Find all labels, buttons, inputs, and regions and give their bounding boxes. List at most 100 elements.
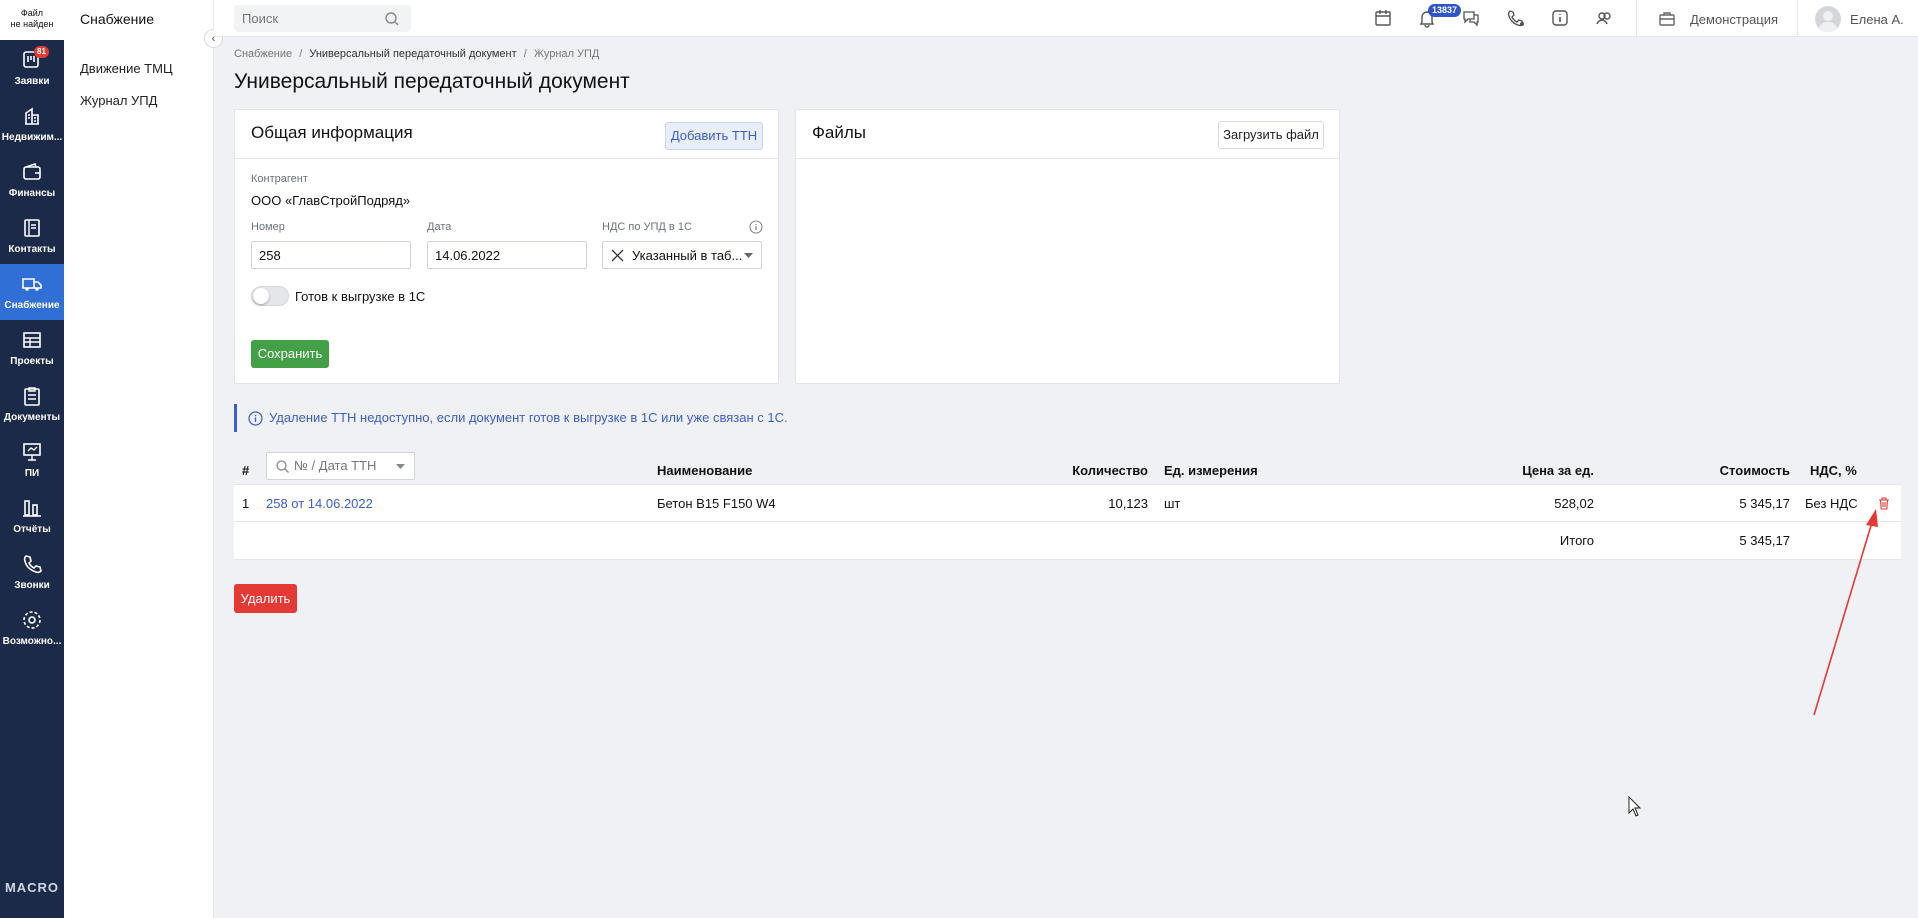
search-input[interactable]: [242, 11, 372, 26]
nav-label: Проекты: [10, 356, 54, 367]
table-total-row: Итого 5 345,17: [234, 522, 1901, 560]
search-box[interactable]: [234, 5, 411, 32]
contacts-book-icon: [24, 219, 40, 237]
info-icon[interactable]: [1550, 8, 1570, 28]
users-icon[interactable]: [1594, 8, 1614, 28]
breadcrumb-item[interactable]: Снабжение: [234, 48, 292, 60]
upload-file-button[interactable]: Загрузить файл: [1218, 121, 1324, 149]
chat-icon[interactable]: [1461, 8, 1481, 28]
building-icon: [25, 107, 39, 125]
section-title: Снабжение: [80, 11, 154, 27]
card-divider: [796, 158, 1339, 159]
breadcrumb-item: Универсальный передаточный документ: [309, 48, 517, 60]
phone-call-icon[interactable]: [1506, 8, 1526, 28]
nav-item-pi[interactable]: ПИ: [0, 432, 64, 488]
user-name: Елена А.: [1850, 12, 1904, 27]
nav-item-features[interactable]: Возможно...: [0, 600, 64, 656]
nav-item-supply[interactable]: Снабжение: [0, 264, 64, 320]
avatar: [1815, 6, 1841, 32]
row-number: 1: [242, 496, 250, 511]
counterparty-value: ООО «ГлавСтройПодряд»: [251, 193, 411, 208]
breadcrumb-item[interactable]: Журнал УПД: [534, 48, 600, 60]
logo-line1: Файл: [20, 8, 44, 18]
total-label: Итого: [1559, 533, 1594, 548]
card-divider: [235, 158, 778, 159]
chevron-down-icon: [396, 464, 405, 469]
nav-item-reports[interactable]: Отчёты: [0, 488, 64, 544]
info-icon[interactable]: [749, 220, 763, 234]
company-name: Демонстрация: [1690, 12, 1779, 27]
card-title: Общая информация: [251, 123, 413, 142]
topbar-divider: [1797, 0, 1798, 37]
nav-label: ПИ: [24, 468, 40, 479]
item-cost: 5 345,17: [1739, 496, 1790, 511]
nav-label: Контакты: [8, 244, 56, 255]
column-header-unit: Ед. измерения: [1164, 463, 1258, 478]
column-header-name: Наименование: [657, 463, 753, 478]
column-header-cost: Стоимость: [1719, 463, 1790, 478]
presentation-icon: [23, 443, 41, 461]
nav-item-realty[interactable]: Недвижим...: [0, 96, 64, 152]
logo[interactable]: Файл не найден: [0, 0, 64, 40]
nav-label: Заявки: [14, 76, 50, 87]
clipboard-icon: [24, 387, 40, 406]
nav-item-requests[interactable]: 81 Заявки: [0, 40, 64, 96]
requests-badge: 81: [34, 46, 49, 58]
column-header-quantity: Количество: [1072, 463, 1148, 478]
date-field[interactable]: [427, 241, 587, 269]
delete-button[interactable]: Удалить: [234, 584, 297, 613]
briefcase-icon: [1659, 12, 1675, 26]
nav-label: Звонки: [14, 580, 50, 591]
projects-icon: [23, 332, 41, 348]
vat-select-value: Указанный в таб...: [632, 248, 743, 263]
item-name: Бетон B15 F150 W4: [657, 496, 776, 511]
vat-label: НДС по УПД в 1С: [602, 221, 692, 233]
column-header-price: Цена за ед.: [1522, 463, 1594, 478]
nav-label: Снабжение: [4, 300, 60, 311]
mouse-cursor-icon: [1628, 796, 1642, 817]
logo-line2: не найден: [10, 19, 54, 29]
save-button[interactable]: Сохранить: [251, 340, 329, 368]
close-icon[interactable]: [611, 249, 624, 262]
column-header-vat: НДС, %: [1810, 463, 1857, 478]
ready-toggle[interactable]: [251, 286, 289, 306]
nav-item-calls[interactable]: Звонки: [0, 544, 64, 600]
ttn-filter-input[interactable]: [294, 458, 394, 473]
notice-text: Удаление ТТН недоступно, если документ г…: [269, 410, 788, 425]
card-title: Файлы: [812, 123, 867, 142]
search-icon: [385, 12, 399, 26]
table-row: 1 258 от 14.06.2022 Бетон B15 F150 W4 10…: [234, 484, 1901, 522]
wallet-icon: [23, 162, 41, 180]
section-sidebar: [64, 0, 214, 918]
ttn-link[interactable]: 258 от 14.06.2022: [266, 496, 373, 511]
breadcrumb-separator: /: [523, 48, 527, 60]
annotation-arrow: [1813, 509, 1878, 716]
nav-item-finance[interactable]: Финансы: [0, 152, 64, 208]
breadcrumb: Снабжение / Универсальный передаточный д…: [234, 48, 599, 60]
item-unit: шт: [1164, 496, 1181, 511]
nav-item-documents[interactable]: Документы: [0, 376, 64, 432]
chevron-down-icon: [744, 253, 753, 258]
column-header-number: #: [242, 463, 250, 478]
gear-icon: [23, 611, 41, 629]
nav-item-contacts[interactable]: Контакты: [0, 208, 64, 264]
breadcrumb-separator: /: [299, 48, 303, 60]
vat-select[interactable]: Указанный в таб...: [602, 241, 762, 269]
ttn-filter[interactable]: [266, 452, 415, 480]
topbar-divider: [1636, 0, 1637, 37]
nav-item-projects[interactable]: Проекты: [0, 320, 64, 376]
number-field[interactable]: [251, 241, 411, 269]
subnav-item-tmc-movement[interactable]: Движение ТМЦ: [80, 61, 173, 76]
search-icon: [276, 460, 289, 473]
user-menu[interactable]: Елена А.: [1815, 5, 1915, 33]
toggle-knob: [253, 288, 269, 304]
subnav-item-upd-journal[interactable]: Журнал УПД: [80, 93, 157, 108]
nav-label: Недвижим...: [1, 132, 63, 143]
nav-label: Документы: [3, 412, 61, 423]
nav-label: Отчёты: [13, 524, 51, 535]
add-ttn-button[interactable]: Добавить ТТН: [665, 122, 763, 150]
calendar-icon[interactable]: [1373, 8, 1393, 28]
date-label: Дата: [427, 221, 452, 233]
nav-label: Возможно...: [2, 636, 62, 647]
main-navigation: Файл не найден 81 Заявки Недвижим... Фин…: [0, 0, 64, 918]
